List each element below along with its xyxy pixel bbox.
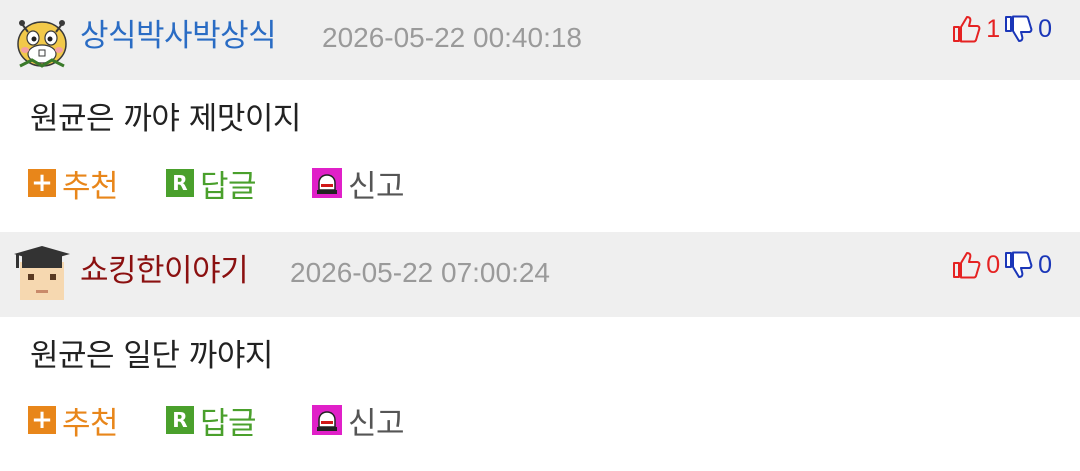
comment-header: 상식박사박상식 2026-05-22 00:40:18 1 0 [0, 0, 1080, 80]
comment-actions: + 추천 R 답글 신고 [0, 158, 1080, 232]
reply-button[interactable]: R 답글 [166, 158, 257, 208]
comment-timestamp: 2026-05-22 00:40:18 [322, 22, 582, 53]
author-name[interactable]: 쇼킹한이야기 [80, 249, 249, 293]
plus-icon: + [28, 405, 56, 435]
siren-icon [312, 168, 342, 198]
reply-r-icon: R [166, 406, 194, 434]
comment-actions: + 추천 R 답글 신고 [0, 395, 1080, 469]
hamster-avatar-icon[interactable] [12, 10, 72, 70]
report-button[interactable]: 신고 [312, 158, 405, 208]
author-name[interactable]: 상식박사박상식 [80, 14, 277, 58]
thumbs-up-icon[interactable] [950, 249, 982, 281]
comment-item: 상식박사박상식 2026-05-22 00:40:18 1 0 원균은 까야 제… [0, 0, 1080, 232]
graduate-avatar-icon[interactable] [12, 244, 72, 304]
comment-text: 원균은 일단 까야지 [30, 338, 273, 374]
reply-label: 답글 [200, 168, 257, 205]
comment-header: 쇼킹한이야기 2026-05-22 07:00:24 0 0 [0, 232, 1080, 317]
comment-item: 쇼킹한이야기 2026-05-22 07:00:24 0 0 원균은 일단 까야… [0, 232, 1080, 469]
siren-icon [312, 405, 342, 435]
reply-r-icon: R [166, 169, 194, 197]
recommend-label: 추천 [62, 168, 119, 205]
dislike-count: 0 [1038, 14, 1052, 43]
comment-text: 원균은 까야 제맛이지 [30, 101, 301, 137]
recommend-label: 추천 [62, 405, 119, 442]
dislike-count: 0 [1038, 250, 1052, 279]
report-label: 신고 [348, 405, 405, 442]
comment-timestamp: 2026-05-22 07:00:24 [290, 257, 550, 288]
vote-counts: 0 0 [950, 248, 1052, 282]
reply-label: 답글 [200, 405, 257, 442]
like-count: 0 [986, 250, 1001, 279]
recommend-button[interactable]: + 추천 [28, 158, 119, 208]
plus-icon: + [28, 168, 56, 198]
like-count: 1 [986, 14, 1001, 43]
thumbs-down-icon[interactable] [1002, 249, 1034, 281]
report-button[interactable]: 신고 [312, 395, 405, 445]
report-label: 신고 [348, 168, 405, 205]
vote-counts: 1 0 [950, 12, 1052, 46]
thumbs-down-icon[interactable] [1002, 13, 1034, 45]
thumbs-up-icon[interactable] [950, 13, 982, 45]
reply-button[interactable]: R 답글 [166, 395, 257, 445]
recommend-button[interactable]: + 추천 [28, 395, 119, 445]
